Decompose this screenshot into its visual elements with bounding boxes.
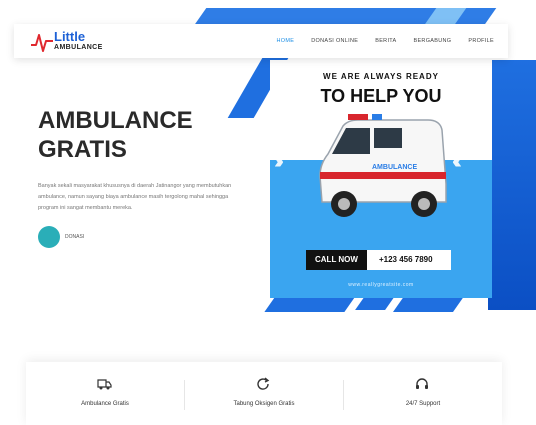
features-bar: Ambulance Gratis Tabung Oksigen Gratis 2… [26,362,502,425]
promo-poster: WE ARE ALWAYS READY TO HELP YOU ››› ‹‹‹ … [270,60,492,298]
main-nav: HOME DONASI ONLINE BERITA BERGABUNG PROF… [277,38,494,44]
hero-title: AMBULANCE GRATIS [38,106,193,164]
call-bar: CALL NOW +123 456 7890 [306,250,451,270]
promo-subtitle: WE ARE ALWAYS READY [323,72,439,81]
hero-title-line1: AMBULANCE [38,107,193,134]
nav-bergabung[interactable]: BERGABUNG [414,38,452,44]
ambulance-van-text: AMBULANCE [372,164,417,171]
bg-stripe-diag-3 [355,296,395,310]
nav-donasi-online[interactable]: DONASI ONLINE [311,38,358,44]
nav-berita[interactable]: BERITA [375,38,396,44]
phone-number: +123 456 7890 [366,250,451,270]
bg-stripe-right [488,60,536,310]
chevron-left-decor-icon: ››› [274,148,284,173]
hero-title-line2: GRATIS [38,136,127,163]
hero-description: Banyak sekali masyarakat khususnya di da… [38,183,232,211]
promo-headline: TO HELP YOU [320,86,442,106]
logo-title: Little [54,29,86,44]
logo[interactable]: Little AMBULANCE [30,28,140,54]
navbar: Little AMBULANCE HOME DONASI ONLINE BERI… [14,24,508,58]
nav-home[interactable]: HOME [277,38,295,44]
donasi-button[interactable] [38,226,60,248]
call-now-label: CALL NOW [306,250,367,270]
bg-stripe-diag-2 [264,296,356,312]
feature-label: Tabung Oksigen Gratis [233,401,295,407]
feature-support: 24/7 Support [344,362,502,425]
nav-profile[interactable]: PROFILE [468,38,494,44]
feature-ambulance-gratis: Ambulance Gratis [26,362,184,425]
feature-tabung-oksigen: Tabung Oksigen Gratis [185,362,343,425]
feature-label: 24/7 Support [405,401,441,407]
heartbeat-logo-icon [31,34,53,52]
donasi-button-label[interactable]: DONASI [65,234,84,240]
feature-label: Ambulance Gratis [81,401,129,407]
logo-subtitle: AMBULANCE [54,44,103,51]
oxygen-refresh-icon [257,377,270,390]
headset-support-icon [416,378,428,389]
ambulance-van-image: AMBULANCE [319,114,447,217]
promo-url: www.reallygreatsite.com [348,282,414,288]
ambulance-icon [97,379,112,390]
